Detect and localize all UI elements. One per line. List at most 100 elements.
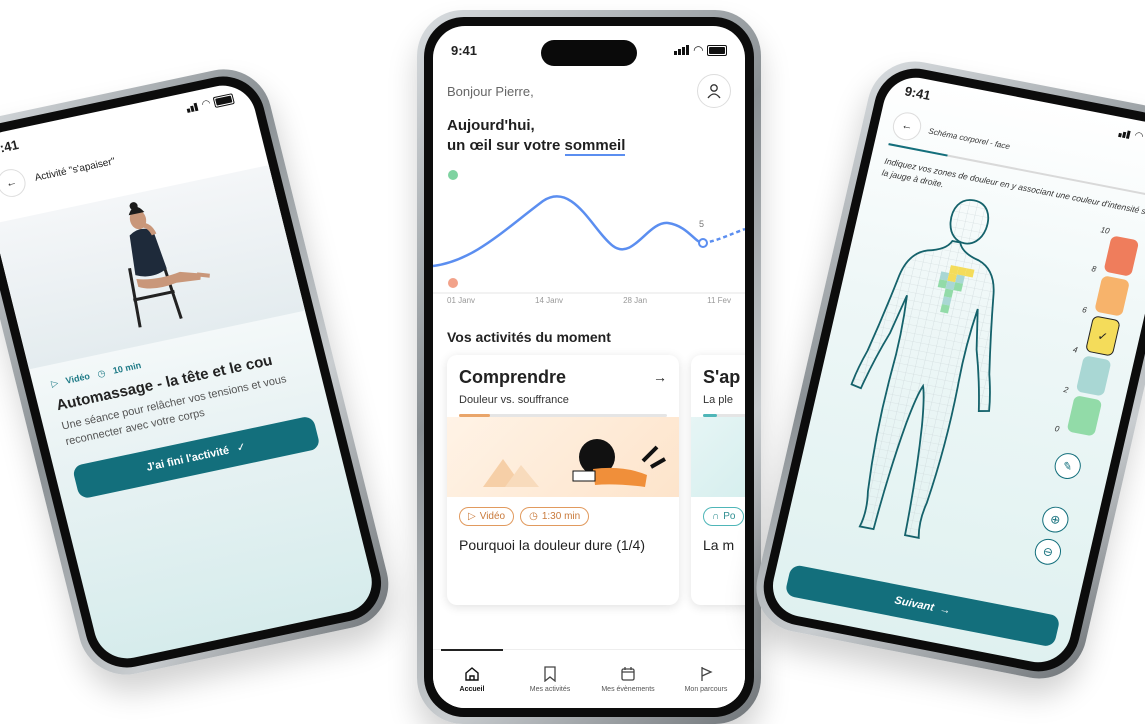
current-point[interactable] bbox=[698, 237, 708, 248]
calendar-icon bbox=[621, 666, 635, 681]
current-value-label: 5 bbox=[699, 219, 704, 229]
chip-video-label: Vidéo bbox=[479, 510, 506, 522]
status-icons: ◠ bbox=[1118, 125, 1145, 149]
x-tick: 14 Janv bbox=[535, 295, 564, 305]
card-illustration bbox=[691, 416, 745, 497]
chip-podcast: ∩ Po bbox=[703, 506, 745, 526]
chip-podcast-label: Po bbox=[723, 510, 736, 522]
card-chips: ∩ Po bbox=[691, 497, 745, 526]
left-screen: 9:41 ◠ ← Activité "s'apaiser" ▷ Vidéo ◷ … bbox=[0, 79, 379, 665]
wifi-icon: ◠ bbox=[201, 97, 212, 110]
chip-duration: ◷ 1:30 min bbox=[520, 506, 590, 526]
body-diagram[interactable] bbox=[797, 172, 1074, 561]
right-bezel: 9:41 ◠ ← Schéma corporel - face Indiquez… bbox=[755, 61, 1145, 679]
zoom-out-button[interactable]: ⊖ bbox=[1032, 536, 1064, 567]
check-icon: ✓ bbox=[235, 441, 248, 455]
card-body: La m bbox=[703, 536, 735, 553]
right-screen: 9:41 ◠ ← Schéma corporel - face Indiquez… bbox=[766, 72, 1145, 668]
daily-heading-prefix: un œil sur votre bbox=[447, 137, 565, 155]
daily-heading-line1: Aujourd'hui, bbox=[447, 117, 535, 134]
body-outline bbox=[850, 199, 995, 539]
bookmark-icon bbox=[544, 665, 556, 682]
tab-mes-activites[interactable]: Mes activités bbox=[511, 650, 589, 708]
center-phone: 9:41 ◠ Bonjour Pierre, Aujourd'hui, un œ… bbox=[417, 10, 761, 724]
activity-cards-carousel[interactable]: Comprendre → Douleur vs. souffrance ▷ Vi… bbox=[433, 354, 745, 605]
bottom-tab-bar: Accueil Mes activités Mes évènements Mon… bbox=[433, 649, 745, 708]
daily-heading-line2: un œil sur votre sommeil bbox=[447, 136, 731, 157]
tab-label: Accueil bbox=[459, 685, 485, 693]
tab-label: Mes activités bbox=[529, 685, 571, 693]
clock-icon: ◷ bbox=[529, 510, 538, 522]
greeting-text: Bonjour Pierre, bbox=[447, 83, 534, 99]
scale-label: 8 bbox=[1090, 264, 1098, 274]
back-button[interactable]: ← bbox=[0, 166, 29, 200]
tab-accueil[interactable]: Accueil bbox=[433, 649, 511, 708]
wifi-icon: ◠ bbox=[1133, 129, 1145, 142]
zoom-in-button[interactable]: ⊕ bbox=[1039, 504, 1072, 535]
home-icon bbox=[465, 666, 479, 681]
arrow-right-icon: → bbox=[938, 603, 952, 618]
sad-face-icon bbox=[448, 277, 458, 288]
status-time: 9:41 bbox=[0, 136, 20, 157]
activities-section-title: Vos activités du moment bbox=[447, 328, 611, 345]
center-screen: 9:41 ◠ Bonjour Pierre, Aujourd'hui, un œ… bbox=[433, 26, 745, 708]
right-phone: 9:41 ◠ ← Schéma corporel - face Indiquez… bbox=[747, 53, 1145, 687]
eraser-icon: ✎ bbox=[1061, 459, 1074, 474]
play-icon: ▷ bbox=[50, 377, 60, 389]
intensity-10[interactable] bbox=[1103, 235, 1140, 277]
check-icon: ✓ bbox=[1096, 328, 1110, 344]
card-title: S'ap bbox=[703, 366, 741, 387]
center-bezel: 9:41 ◠ Bonjour Pierre, Aujourd'hui, un œ… bbox=[424, 17, 754, 717]
signal-icon bbox=[673, 43, 690, 58]
card-chips: ▷ Vidéo ◷ 1:30 min bbox=[447, 497, 679, 526]
scale-label: 10 bbox=[1099, 225, 1111, 236]
card-title-row: Comprendre → bbox=[459, 367, 667, 388]
tab-mes-evenements[interactable]: Mes évènements bbox=[589, 650, 667, 708]
tab-mon-parcours[interactable]: Mon parcours bbox=[667, 650, 745, 708]
sleep-line-forecast bbox=[702, 227, 745, 244]
intensity-8[interactable] bbox=[1094, 275, 1131, 317]
daily-heading-highlight: sommeil bbox=[564, 137, 626, 157]
headphones-icon: ∩ bbox=[712, 510, 720, 522]
scale-label: 4 bbox=[1072, 345, 1079, 355]
meta-duration: 10 min bbox=[111, 360, 143, 376]
sleep-line-series bbox=[433, 194, 704, 267]
daily-heading: Aujourd'hui, un œil sur votre sommeil bbox=[433, 108, 745, 157]
intensity-2[interactable] bbox=[1066, 395, 1103, 437]
sleep-chart-svg: 5 bbox=[433, 169, 745, 293]
back-button[interactable]: ← bbox=[890, 109, 924, 143]
x-tick: 11 Fev bbox=[707, 295, 731, 305]
scale-label: 0 bbox=[1053, 424, 1061, 434]
tab-label: Mon parcours bbox=[684, 685, 728, 693]
arrow-left-icon: ← bbox=[900, 119, 914, 134]
card-top: Comprendre → Douleur vs. souffrance bbox=[447, 355, 679, 406]
card-illustration bbox=[447, 416, 679, 497]
left-phone: 9:41 ◠ ← Activité "s'apaiser" ▷ Vidéo ◷ … bbox=[0, 60, 399, 684]
activity-title: Activité "s'apaiser" bbox=[33, 155, 117, 184]
meta-video: Vidéo bbox=[64, 370, 91, 386]
activity-card-comprendre[interactable]: Comprendre → Douleur vs. souffrance ▷ Vi… bbox=[447, 354, 679, 605]
intensity-4[interactable] bbox=[1075, 355, 1112, 397]
activity-card-sapaiser[interactable]: S'ap La ple ∩ Po La m bbox=[691, 354, 745, 605]
tab-label: Mes évènements bbox=[601, 685, 655, 693]
happy-face-icon bbox=[448, 169, 458, 180]
scale-label: 6 bbox=[1081, 305, 1088, 315]
scale-label: 2 bbox=[1062, 385, 1070, 395]
chip-video: ▷ Vidéo bbox=[459, 506, 515, 526]
status-icons: ◠ bbox=[673, 43, 727, 58]
battery-icon bbox=[212, 92, 235, 108]
next-label: Suivant bbox=[893, 594, 936, 614]
left-bezel: 9:41 ◠ ← Activité "s'apaiser" ▷ Vidéo ◷ … bbox=[0, 69, 390, 675]
x-tick: 28 Jan bbox=[623, 295, 648, 305]
arrow-right-icon[interactable]: → bbox=[653, 369, 667, 385]
greeting-row: Bonjour Pierre, bbox=[433, 68, 745, 108]
battery-icon bbox=[707, 44, 727, 56]
next-button[interactable]: Suivant → bbox=[784, 564, 1061, 648]
intensity-6[interactable]: ✓ bbox=[1084, 315, 1121, 357]
status-time: 9:41 bbox=[451, 42, 478, 58]
zoom-in-icon: ⊕ bbox=[1048, 511, 1062, 528]
profile-button[interactable] bbox=[697, 74, 731, 108]
eraser-button[interactable]: ✎ bbox=[1052, 450, 1084, 482]
flag-icon bbox=[701, 666, 713, 681]
zoom-out-icon: ⊖ bbox=[1041, 543, 1055, 560]
